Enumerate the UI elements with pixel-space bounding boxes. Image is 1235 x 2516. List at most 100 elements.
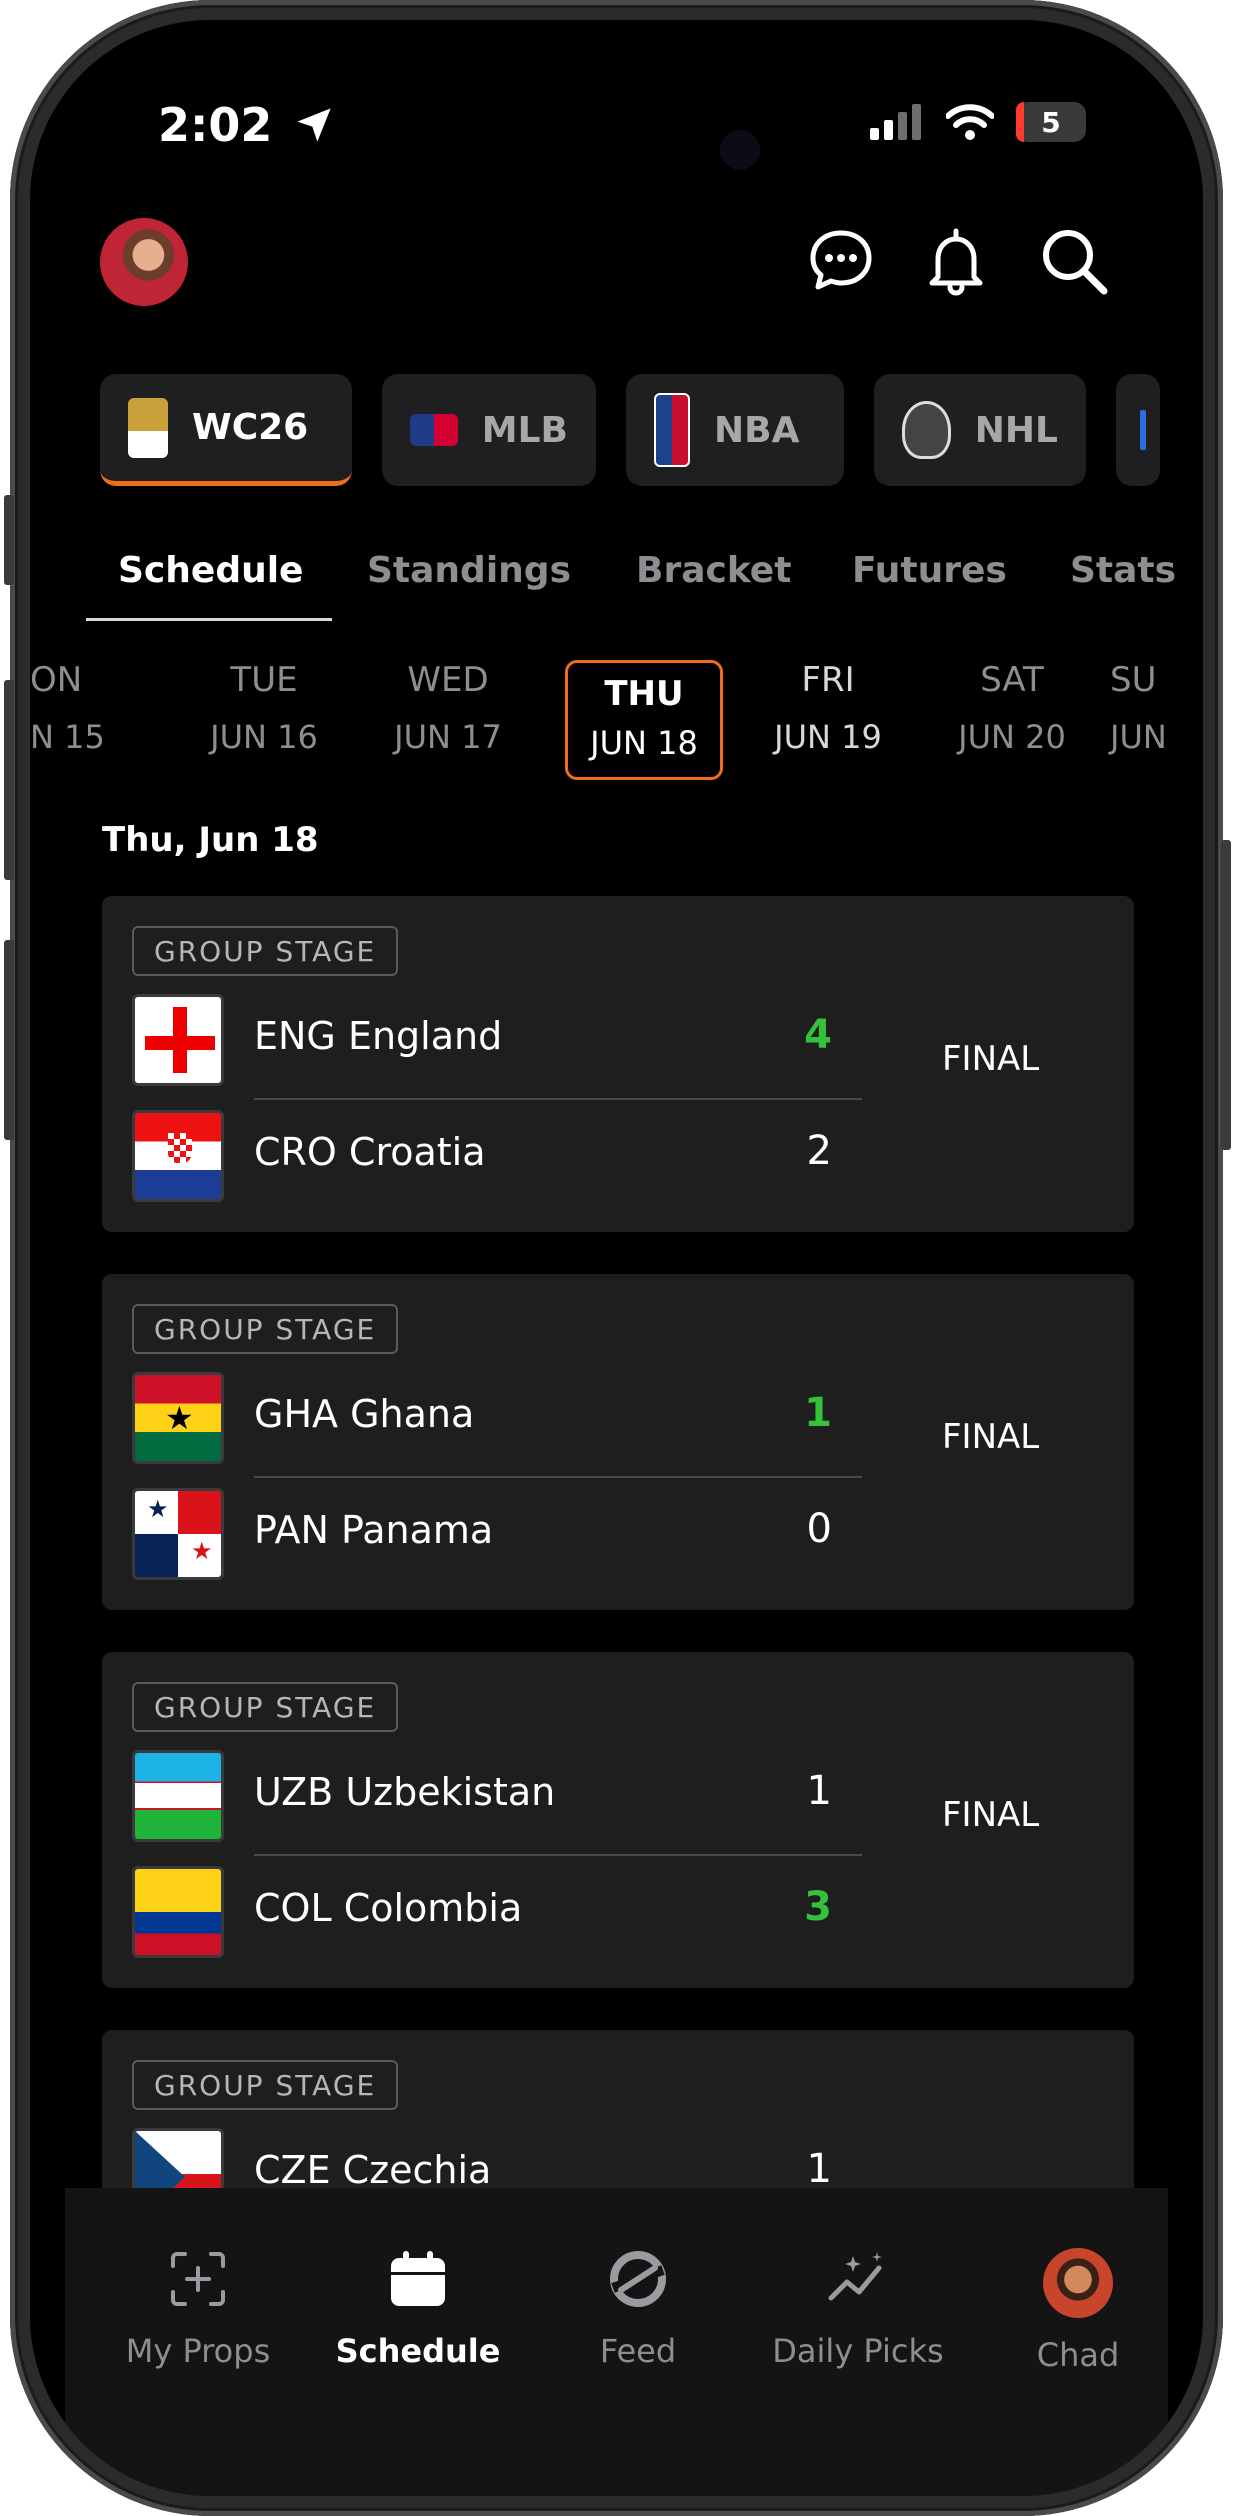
team-name: CRO Croatia bbox=[254, 1130, 486, 1174]
league-pill-nba[interactable]: NBA bbox=[626, 374, 844, 486]
league-logo-partial-icon bbox=[1140, 410, 1146, 450]
match-status: FINAL bbox=[942, 1795, 1040, 1835]
match-status: FINAL bbox=[942, 1039, 1040, 1079]
chat-icon[interactable] bbox=[805, 225, 877, 297]
mlb-logo-icon bbox=[410, 414, 458, 446]
wifi-icon bbox=[946, 104, 994, 140]
date-weekday: SU bbox=[1110, 660, 1157, 700]
location-arrow-icon bbox=[297, 108, 332, 142]
stage-badge: GROUP STAGE bbox=[132, 1682, 399, 1732]
stage-badge: GROUP STAGE bbox=[132, 1304, 399, 1354]
date-month-day: N 15 bbox=[30, 718, 105, 756]
league-pill-mlb[interactable]: MLB bbox=[382, 374, 596, 486]
date-month-day: JUN 19 bbox=[774, 718, 882, 756]
stage-badge: GROUP STAGE bbox=[132, 926, 399, 976]
league-label: WC26 bbox=[192, 407, 309, 448]
ghana-flag-icon bbox=[132, 1372, 224, 1464]
team-score: 2 bbox=[806, 1128, 832, 1174]
team-name: UZB Uzbekistan bbox=[254, 1770, 556, 1814]
profile-avatar bbox=[1043, 2248, 1113, 2318]
nav-label: Chad bbox=[1036, 2336, 1120, 2374]
status-time: 2:02 bbox=[158, 98, 334, 152]
team-name: ENG England bbox=[254, 1014, 503, 1058]
status-icons: 5 bbox=[870, 102, 1086, 142]
day-heading: Thu, Jun 18 bbox=[102, 820, 319, 860]
date-item[interactable]: FRI JUN 19 bbox=[748, 660, 908, 756]
league-pill-nhl[interactable]: NHL bbox=[874, 374, 1086, 486]
colombia-flag-icon bbox=[132, 1866, 224, 1958]
battery-indicator: 5 bbox=[1016, 102, 1086, 142]
volume-down-button bbox=[4, 940, 14, 1140]
league-label: MLB bbox=[481, 409, 568, 451]
tab-standings[interactable]: Standings bbox=[367, 550, 571, 591]
date-item-selected[interactable]: THU JUN 18 bbox=[564, 660, 724, 762]
nav-label: Daily Picks bbox=[772, 2332, 944, 2370]
match-card[interactable]: GROUP STAGE GHA Ghana 1 ★★ PAN Panama 0 … bbox=[102, 1274, 1134, 1610]
date-month-day: JUN 16 bbox=[210, 718, 318, 756]
team-row-away: CRO Croatia 2 bbox=[132, 1110, 832, 1202]
stage-badge: GROUP STAGE bbox=[132, 2060, 399, 2110]
date-item[interactable]: ON N 15 bbox=[30, 660, 120, 756]
team-row-home: GHA Ghana 1 bbox=[132, 1372, 832, 1464]
league-pill-wc26[interactable]: WC26 bbox=[100, 374, 352, 486]
tab-futures[interactable]: Futures bbox=[852, 550, 1007, 591]
date-item[interactable]: SU JUN bbox=[1110, 660, 1200, 756]
add-prop-icon bbox=[171, 2252, 225, 2306]
feed-swirl-icon bbox=[610, 2251, 666, 2307]
team-row-away: COL Colombia 3 bbox=[132, 1866, 832, 1958]
panama-flag-icon: ★ ★ bbox=[132, 1488, 224, 1580]
calendar-icon bbox=[391, 2251, 445, 2306]
team-name: PAN Panama bbox=[254, 1508, 494, 1552]
team-score: 0 bbox=[806, 1506, 832, 1552]
wc26-trophy-icon bbox=[128, 397, 168, 458]
signal-icon bbox=[870, 104, 921, 140]
trending-sparkle-icon bbox=[828, 2252, 882, 2301]
team-score: 1 bbox=[806, 1768, 832, 1814]
match-card[interactable]: GROUP STAGE UZB Uzbekistan 1 COL Colombi… bbox=[102, 1652, 1134, 1988]
nav-daily-picks[interactable]: Daily Picks bbox=[758, 2248, 958, 2370]
match-status: FINAL bbox=[942, 1417, 1040, 1457]
date-weekday: SAT bbox=[980, 660, 1044, 700]
active-tab-indicator bbox=[86, 618, 332, 621]
nav-label: My Props bbox=[125, 2332, 271, 2370]
league-pill-more[interactable] bbox=[1116, 374, 1160, 486]
search-icon[interactable] bbox=[1038, 225, 1110, 297]
date-month-day: JUN bbox=[1110, 718, 1167, 756]
league-label: NBA bbox=[714, 409, 800, 451]
england-flag-icon bbox=[132, 994, 224, 1086]
team-row-away: ★ ★ PAN Panama 0 bbox=[132, 1488, 832, 1580]
volume-up-button bbox=[4, 680, 14, 880]
team-score: 1 bbox=[804, 1390, 832, 1436]
date-item[interactable]: SAT JUN 20 bbox=[932, 660, 1092, 756]
nav-label: Schedule bbox=[335, 2332, 501, 2370]
mute-switch bbox=[4, 495, 14, 585]
team-divider bbox=[254, 1098, 862, 1100]
tab-schedule[interactable]: Schedule bbox=[118, 550, 303, 591]
team-score: 3 bbox=[804, 1884, 832, 1930]
tab-stats[interactable]: Stats bbox=[1070, 550, 1176, 591]
team-score: 4 bbox=[804, 1012, 832, 1058]
bell-icon[interactable] bbox=[920, 225, 992, 297]
nav-label: Feed bbox=[599, 2332, 677, 2370]
tab-bracket[interactable]: Bracket bbox=[636, 550, 791, 591]
date-item[interactable]: WED JUN 17 bbox=[368, 660, 528, 756]
team-divider bbox=[254, 1476, 862, 1478]
league-label: NHL bbox=[974, 409, 1058, 451]
power-button bbox=[1221, 840, 1231, 1150]
date-weekday: WED bbox=[407, 660, 489, 700]
date-weekday: ON bbox=[30, 660, 83, 700]
league-selector: WC26 MLB NBA NHL bbox=[100, 374, 1160, 486]
nav-my-props[interactable]: My Props bbox=[98, 2248, 298, 2370]
nav-schedule[interactable]: Schedule bbox=[318, 2248, 518, 2370]
nav-feed[interactable]: Feed bbox=[538, 2248, 738, 2370]
team-name: CZE Czechia bbox=[254, 2148, 492, 2192]
nba-logo-icon bbox=[654, 393, 690, 467]
date-item[interactable]: TUE JUN 16 bbox=[184, 660, 344, 756]
match-card[interactable]: GROUP STAGE ENG England 4 CRO Croatia 2 … bbox=[102, 896, 1134, 1232]
uzbekistan-flag-icon bbox=[132, 1750, 224, 1842]
battery-level: 5 bbox=[1041, 105, 1061, 139]
date-weekday: FRI bbox=[801, 660, 855, 700]
nav-profile[interactable]: Chad bbox=[978, 2248, 1178, 2374]
nhl-shield-icon bbox=[902, 401, 951, 459]
profile-avatar[interactable] bbox=[100, 218, 188, 306]
